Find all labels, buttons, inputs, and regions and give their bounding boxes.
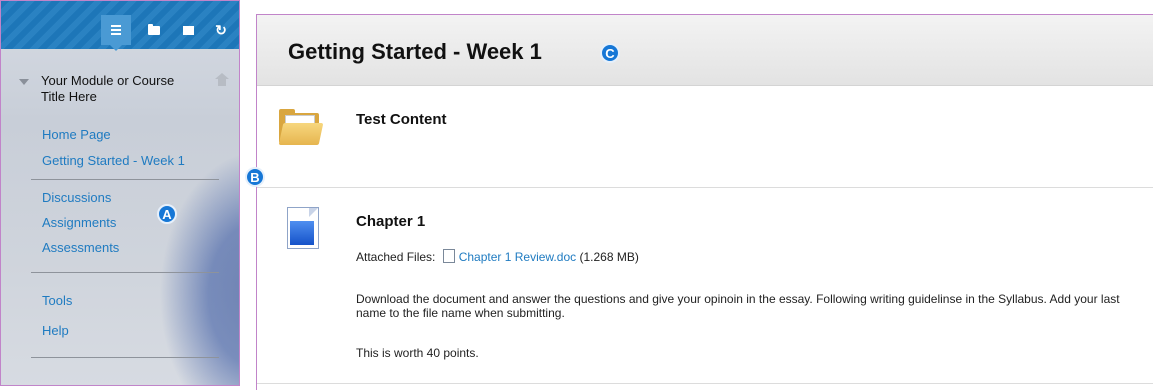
new-window-button[interactable] xyxy=(173,15,203,45)
home-icon[interactable] xyxy=(215,73,229,87)
menu-toolbar: ↻ xyxy=(1,1,239,51)
item-description: Download the document and answer the que… xyxy=(356,292,1120,320)
menu-link-home-page[interactable]: Home Page xyxy=(42,127,111,142)
item-points-note: This is worth 40 points. xyxy=(356,346,479,360)
refresh-button[interactable]: ↻ xyxy=(206,15,236,45)
menu-link-assignments[interactable]: Assignments xyxy=(42,215,116,230)
course-title: Your Module or Course Title Here xyxy=(41,73,175,104)
menu-link-getting-started[interactable]: Getting Started - Week 1 xyxy=(42,153,185,168)
file-icon xyxy=(442,249,455,263)
menu-divider xyxy=(31,179,219,180)
attached-files-row: Attached Files: Chapter 1 Review.doc (1.… xyxy=(356,249,639,264)
course-menu-button[interactable] xyxy=(101,15,131,51)
item-title-test-content[interactable]: Test Content xyxy=(356,111,447,128)
collapse-caret-icon[interactable] xyxy=(19,79,29,85)
window-icon xyxy=(182,25,194,35)
content-area: Getting Started - Week 1 C Test Content … xyxy=(256,14,1153,390)
item-title-chapter-1: Chapter 1 xyxy=(356,213,426,230)
folder-icon xyxy=(148,23,160,35)
attached-file-link[interactable]: Chapter 1 Review.doc xyxy=(459,250,576,264)
menu-link-tools[interactable]: Tools xyxy=(42,293,72,308)
callout-marker-b: B xyxy=(245,167,265,187)
page-title: Getting Started - Week 1 xyxy=(288,39,542,64)
menu-link-help[interactable]: Help xyxy=(42,323,69,338)
menu-link-discussions[interactable]: Discussions xyxy=(42,190,111,205)
callout-marker-a: A xyxy=(157,204,177,224)
list-icon xyxy=(111,25,121,35)
menu-backdrop-image xyxy=(159,151,239,385)
menu-divider xyxy=(31,272,219,273)
item-separator xyxy=(257,383,1153,384)
attached-files-label: Attached Files: xyxy=(356,250,436,264)
item-separator xyxy=(257,187,1153,188)
refresh-icon: ↻ xyxy=(215,21,227,38)
folder-icon xyxy=(278,109,324,145)
course-menu-panel: ↻ Your Module or Course Title Here Home … xyxy=(0,0,240,386)
folder-view-button[interactable] xyxy=(139,15,169,45)
callout-marker-c: C xyxy=(600,43,620,63)
document-icon xyxy=(287,207,319,249)
menu-link-assessments[interactable]: Assessments xyxy=(42,240,119,255)
attached-file-size: (1.268 MB) xyxy=(579,250,639,264)
menu-divider xyxy=(31,357,219,358)
content-header: Getting Started - Week 1 C xyxy=(257,15,1153,86)
